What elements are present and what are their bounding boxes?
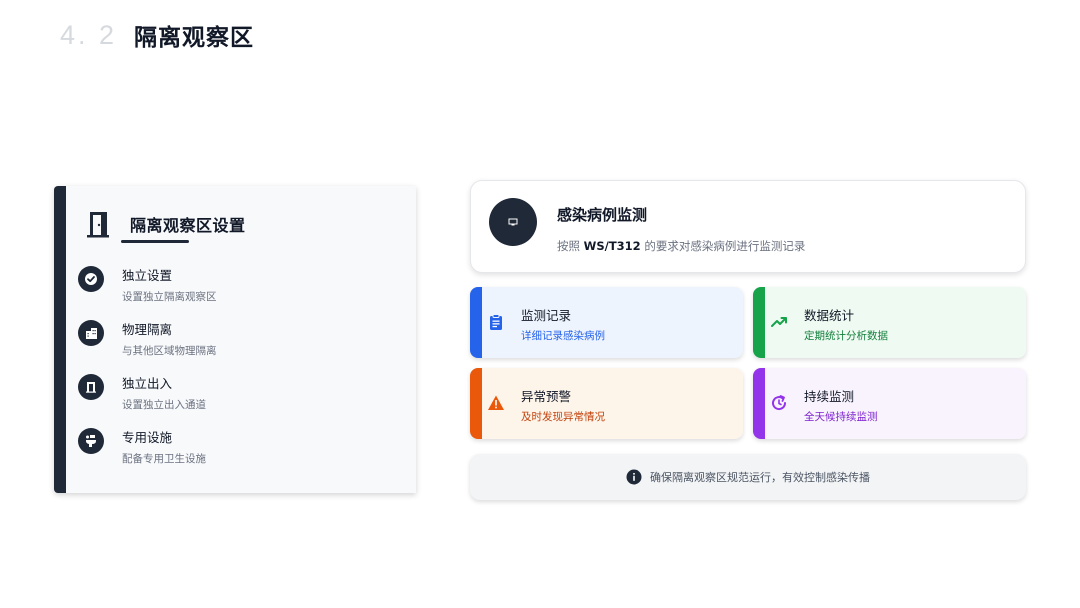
feature-subtitle: 设置独立出入通道 [122,399,206,411]
card-title: 持续监测 [804,389,855,404]
feature-item: 专用设施 配备专用卫生设施 [78,428,206,466]
feature-item: 独立设置 设置独立隔离观察区 [78,266,217,304]
monitor-icon [489,198,537,246]
infection-monitoring-card: 感染病例监测 按照 WS/T312 的要求对感染病例进行监测记录 [470,180,1026,273]
card-subtitle: 及时发现异常情况 [521,411,605,423]
card-title: 感染病例监测 [557,206,648,224]
building-icon [78,320,104,346]
title-underline [121,240,189,243]
panel-title: 隔离观察区设置 [130,216,246,235]
card-subtitle: 详细记录感染病例 [521,330,605,342]
standard-code: WS/T312 [583,239,641,253]
card-subtitle: 按照 WS/T312 的要求对感染病例进行监测记录 [557,239,806,253]
note-text: 确保隔离观察区规范运行，有效控制感染传播 [650,471,870,484]
anomaly-alert-card: 异常预警 及时发现异常情况 [470,368,743,439]
feature-title: 专用设施 [122,430,173,445]
feature-subtitle: 配备专用卫生设施 [122,453,206,465]
toilet-icon [78,428,104,454]
feature-subtitle: 设置独立隔离观察区 [122,291,217,303]
check-circle-icon [78,266,104,292]
info-icon [626,469,642,485]
refresh-clock-icon [772,395,787,411]
card-subtitle: 全天候持续监测 [804,411,878,423]
feature-subtitle: 与其他区域物理隔离 [122,345,217,357]
accent-bar [470,287,482,358]
data-statistics-card: 数据统计 定期统计分析数据 [753,287,1026,358]
card-title: 监测记录 [521,308,572,323]
page-header: 4. 2 隔离观察区 [60,18,254,52]
trend-up-icon [771,317,787,327]
accent-bar [753,287,765,358]
card-title: 数据统计 [804,308,855,323]
card-subtitle: 定期统计分析数据 [804,330,888,342]
card-title: 异常预警 [521,389,572,404]
isolation-settings-panel: 隔离观察区设置 独立设置 设置独立隔离观察区 物理隔离 与其他区域物理隔离 独立… [54,186,416,493]
accent-bar [753,368,765,439]
feature-item: 物理隔离 与其他区域物理隔离 [78,320,217,358]
info-note: 确保隔离观察区规范运行，有效控制感染传播 [470,454,1026,500]
warning-icon [488,395,504,410]
clipboard-icon [490,314,502,330]
accent-bar [470,368,482,439]
feature-title: 物理隔离 [122,322,173,337]
door-icon [87,212,109,238]
feature-title: 独立出入 [122,376,173,391]
page-title: 隔离观察区 [134,24,254,51]
monitoring-record-card: 监测记录 详细记录感染病例 [470,287,743,358]
feature-item: 独立出入 设置独立出入通道 [78,374,206,412]
door-open-icon [78,374,104,400]
panel-header: 隔离观察区设置 [84,210,246,238]
section-number: 4. 2 [60,19,118,50]
continuous-monitoring-card: 持续监测 全天候持续监测 [753,368,1026,439]
feature-title: 独立设置 [122,268,173,283]
